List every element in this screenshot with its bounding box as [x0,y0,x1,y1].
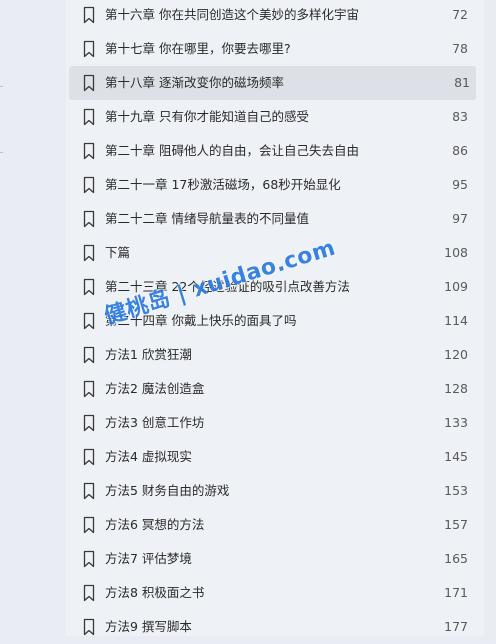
toc-item[interactable]: 方法9 撰写脚本 177 [66,610,484,644]
bookmark-icon[interactable] [83,6,95,24]
toc-item[interactable]: 第十六章 你在共同创造这个美妙的多样化宇宙 72 [66,0,484,32]
toc-item[interactable]: 方法2 魔法创造盒 128 [66,372,484,406]
bookmark-icon[interactable] [83,380,95,398]
toc-item-page: 165 [444,551,468,566]
toc-item-title: 第二十章 阻碍他人的自由，会让自己失去自由 [105,143,359,158]
toc-item-title: 第二十四章 你戴上快乐的面具了吗 [105,313,297,328]
toc-item[interactable]: 第二十章 阻碍他人的自由，会让自己失去自由 86 [66,134,484,168]
toc-item-page: 108 [444,245,468,260]
bookmark-icon[interactable] [83,278,95,296]
toc-item-page: 177 [444,619,468,634]
toc-item[interactable]: 方法4 虚拟现实 145 [66,440,484,474]
toc-item[interactable]: 方法1 欣赏狂潮 120 [66,338,484,372]
toc-item[interactable]: 方法3 创意工作坊 133 [66,406,484,440]
bookmark-icon[interactable] [83,414,95,432]
bookmark-icon[interactable] [83,108,95,126]
bookmark-icon[interactable] [83,618,95,636]
gutter-tick [0,86,3,87]
toc-item-title: 方法8 积极面之书 [105,585,205,600]
bookmark-icon[interactable] [83,550,95,568]
toc-item-page: 72 [452,7,468,22]
toc-item[interactable]: 方法6 冥想的方法 157 [66,508,484,542]
toc-item[interactable]: 第十八章 逐渐改变你的磁场频率 81 [69,66,476,100]
bookmark-icon[interactable] [83,176,95,194]
toc-item-page: 86 [452,143,468,158]
toc-item-page: 81 [454,75,470,90]
toc-item-page: 109 [444,279,468,294]
toc-item-title: 第十九章 只有你才能知道自己的感受 [105,109,309,124]
toc-item-page: 157 [444,517,468,532]
gutter-tick [0,152,3,153]
toc-item[interactable]: 第二十一章 17秒激活磁场，68秒开始显化 95 [66,168,484,202]
toc-item-title: 方法9 撰写脚本 [105,619,192,634]
toc-item-page: 153 [444,483,468,498]
bookmark-icon[interactable] [83,584,95,602]
toc-item-page: 120 [444,347,468,362]
toc-list: 第十六章 你在共同创造这个美妙的多样化宇宙 72 第十七章 你在哪里，你要去哪里? 7… [66,0,484,644]
toc-item[interactable]: 第二十四章 你戴上快乐的面具了吗 114 [66,304,484,338]
toc-item-title: 方法3 创意工作坊 [105,415,205,430]
toc-item-title: 方法4 虚拟现实 [105,449,192,464]
toc-item[interactable]: 第二十三章 22个经过验证的吸引点改善方法 109 [66,270,484,304]
toc-item-page: 171 [444,585,468,600]
toc-item-title: 方法7 评估梦境 [105,551,192,566]
toc-item-title: 方法2 魔法创造盒 [105,381,205,396]
bookmark-icon[interactable] [83,40,95,58]
toc-item-title: 方法6 冥想的方法 [105,517,205,532]
bookmark-icon[interactable] [83,516,95,534]
toc-item-page: 128 [444,381,468,396]
bookmark-icon[interactable] [83,244,95,262]
toc-item[interactable]: 下篇 108 [66,236,484,270]
bookmark-icon[interactable] [83,210,95,228]
toc-item[interactable]: 第十七章 你在哪里，你要去哪里? 78 [66,32,484,66]
toc-item[interactable]: 方法8 积极面之书 171 [66,576,484,610]
toc-item-title: 下篇 [105,245,131,260]
bookmark-icon[interactable] [83,74,95,92]
toc-item-page: 114 [444,313,468,328]
toc-item-title: 第十八章 逐渐改变你的磁场频率 [105,75,284,90]
toc-item[interactable]: 方法5 财务自由的游戏 153 [66,474,484,508]
toc-item-page: 95 [452,177,468,192]
bookmark-icon[interactable] [83,448,95,466]
toc-item-page: 78 [452,41,468,56]
toc-item-title: 第二十二章 情绪导航量表的不同量值 [105,211,309,226]
toc-item-title: 第十六章 你在共同创造这个美妙的多样化宇宙 [105,7,359,22]
toc-item-page: 97 [452,211,468,226]
left-gutter [0,0,66,636]
bookmark-icon[interactable] [83,482,95,500]
bookmark-icon[interactable] [83,142,95,160]
toc-item-title: 第二十一章 17秒激活磁场，68秒开始显化 [105,177,341,192]
toc-item-title: 第十七章 你在哪里，你要去哪里? [105,41,291,56]
toc-item[interactable]: 第二十二章 情绪导航量表的不同量值 97 [66,202,484,236]
toc-item[interactable]: 第十九章 只有你才能知道自己的感受 83 [66,100,484,134]
toc-item-title: 方法5 财务自由的游戏 [105,483,230,498]
toc-item[interactable]: 方法7 评估梦境 165 [66,542,484,576]
right-edge [484,0,496,636]
table-of-contents-panel: 第十六章 你在共同创造这个美妙的多样化宇宙 72 第十七章 你在哪里，你要去哪里? 7… [66,0,484,636]
toc-item-title: 方法1 欣赏狂潮 [105,347,192,362]
toc-item-title: 第二十三章 22个经过验证的吸引点改善方法 [105,279,350,294]
toc-item-page: 145 [444,449,468,464]
toc-item-page: 83 [452,109,468,124]
toc-item-page: 133 [444,415,468,430]
bookmark-icon[interactable] [83,312,95,330]
bookmark-icon[interactable] [83,346,95,364]
